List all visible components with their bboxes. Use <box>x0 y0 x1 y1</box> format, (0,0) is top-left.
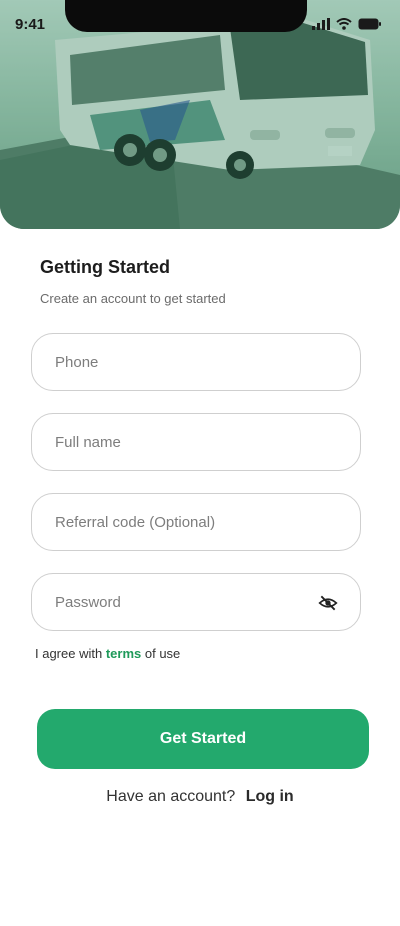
wifi-icon <box>336 18 352 30</box>
fullname-input[interactable] <box>32 414 305 470</box>
referral-code-input[interactable] <box>32 494 305 550</box>
login-link[interactable]: Log in <box>246 788 294 805</box>
password-field[interactable] <box>31 573 361 631</box>
login-prompt-text: Have an account? <box>106 788 236 805</box>
get-started-button[interactable]: Get Started <box>37 709 369 769</box>
phone-field[interactable] <box>31 333 361 391</box>
eye-off-icon[interactable] <box>318 593 338 613</box>
agreement-suffix: of use <box>144 646 181 661</box>
login-prompt: Have an account? Log in <box>0 788 400 806</box>
status-time: 9:41 <box>15 16 46 33</box>
battery-icon <box>358 18 381 30</box>
page-subtitle: Create an account to get started <box>40 291 226 306</box>
terms-link[interactable]: terms <box>106 646 141 661</box>
referral-field[interactable] <box>31 493 361 551</box>
agreement-prefix: I agree with <box>35 646 103 661</box>
cellular-signal-icon <box>312 18 330 30</box>
phone-input[interactable] <box>32 334 305 390</box>
status-bar: 9:41 <box>0 0 400 50</box>
page-title: Getting Started <box>40 257 171 277</box>
device-notch <box>65 0 307 32</box>
status-icons <box>312 18 382 30</box>
password-input[interactable] <box>32 574 305 630</box>
fullname-field[interactable] <box>31 413 361 471</box>
terms-agreement: I agree with terms of use <box>35 646 180 661</box>
